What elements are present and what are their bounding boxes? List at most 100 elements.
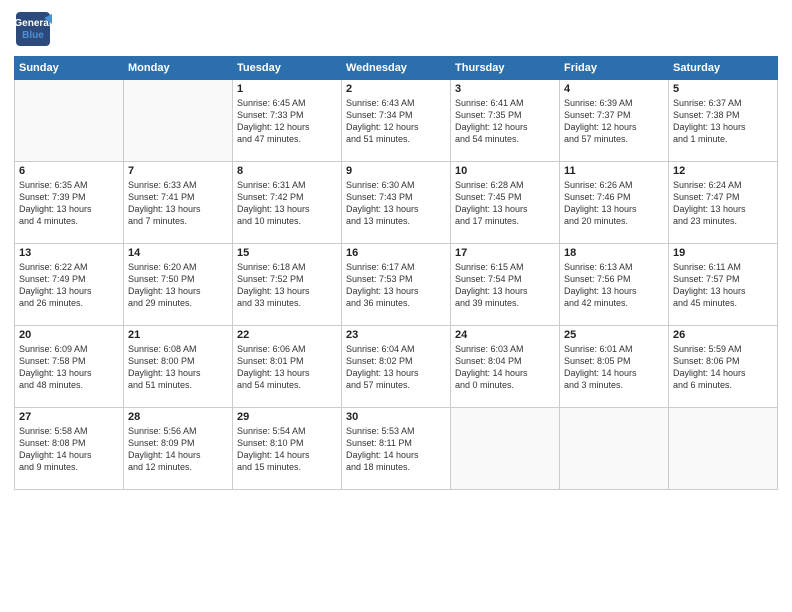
calendar-week-row: 6 Sunrise: 6:35 AM Sunset: 7:39 PM Daylig… xyxy=(15,162,778,244)
day-info: Sunrise: 6:09 AM Sunset: 7:58 PM Dayligh… xyxy=(19,343,119,392)
day-info: Sunrise: 6:33 AM Sunset: 7:41 PM Dayligh… xyxy=(128,179,228,228)
calendar-cell: 29Sunrise: 5:54 AM Sunset: 8:10 PM Dayli… xyxy=(233,408,342,490)
calendar-cell: 11Sunrise: 6:26 AM Sunset: 7:46 PM Dayli… xyxy=(560,162,669,244)
day-number: 26 xyxy=(673,329,773,341)
day-number: 12 xyxy=(673,165,773,177)
calendar-cell: 23Sunrise: 6:04 AM Sunset: 8:02 PM Dayli… xyxy=(342,326,451,408)
day-number: 24 xyxy=(455,329,555,341)
day-info: Sunrise: 5:59 AM Sunset: 8:06 PM Dayligh… xyxy=(673,343,773,392)
svg-text:Blue: Blue xyxy=(22,30,44,41)
calendar-cell: 13 Sunrise: 6:22 AM Sunset: 7:49 PM Dayli… xyxy=(15,244,124,326)
day-info: Sunrise: 6:20 AM Sunset: 7:50 PM Dayligh… xyxy=(128,261,228,310)
day-info: Sunrise: 6:03 AM Sunset: 8:04 PM Dayligh… xyxy=(455,343,555,392)
calendar-week-row: 27 Sunrise: 5:58 AM Sunset: 8:08 PM Dayli… xyxy=(15,408,778,490)
day-number: 29 xyxy=(237,411,337,423)
day-number: 19 xyxy=(673,247,773,259)
day-info: Sunrise: 6:37 AM Sunset: 7:38 PM Dayligh… xyxy=(673,97,773,146)
day-info: Sunrise: 6:35 AM Sunset: 7:39 PM Dayligh… xyxy=(19,179,119,228)
calendar-cell: 18Sunrise: 6:13 AM Sunset: 7:56 PM Dayli… xyxy=(560,244,669,326)
calendar-cell: 6 Sunrise: 6:35 AM Sunset: 7:39 PM Daylig… xyxy=(15,162,124,244)
day-info: Sunrise: 5:53 AM Sunset: 8:11 PM Dayligh… xyxy=(346,425,446,474)
day-number: 28 xyxy=(128,411,228,423)
day-number: 8 xyxy=(237,165,337,177)
calendar-cell xyxy=(451,408,560,490)
day-info: Sunrise: 6:01 AM Sunset: 8:05 PM Dayligh… xyxy=(564,343,664,392)
day-number: 16 xyxy=(346,247,446,259)
day-number: 9 xyxy=(346,165,446,177)
calendar-cell: 17Sunrise: 6:15 AM Sunset: 7:54 PM Dayli… xyxy=(451,244,560,326)
calendar-cell: 5 Sunrise: 6:37 AM Sunset: 7:38 PM Daylig… xyxy=(669,80,778,162)
day-info: Sunrise: 6:43 AM Sunset: 7:34 PM Dayligh… xyxy=(346,97,446,146)
day-number: 6 xyxy=(19,165,119,177)
day-number: 5 xyxy=(673,83,773,95)
day-number: 30 xyxy=(346,411,446,423)
calendar-cell: 20Sunrise: 6:09 AM Sunset: 7:58 PM Dayli… xyxy=(15,326,124,408)
page-header: General Blue xyxy=(14,10,778,48)
day-number: 2 xyxy=(346,83,446,95)
day-number: 15 xyxy=(237,247,337,259)
logo: General Blue xyxy=(14,10,54,48)
logo-icon: General Blue xyxy=(14,10,52,48)
day-number: 10 xyxy=(455,165,555,177)
day-info: Sunrise: 6:30 AM Sunset: 7:43 PM Dayligh… xyxy=(346,179,446,228)
day-info: Sunrise: 5:58 AM Sunset: 8:08 PM Dayligh… xyxy=(19,425,119,474)
day-info: Sunrise: 6:18 AM Sunset: 7:52 PM Dayligh… xyxy=(237,261,337,310)
calendar-cell: 22 Sunrise: 6:06 AM Sunset: 8:01 PM Dayli… xyxy=(233,326,342,408)
calendar-cell: 9 Sunrise: 6:30 AM Sunset: 7:43 PM Daylig… xyxy=(342,162,451,244)
calendar-cell: 28 Sunrise: 5:56 AM Sunset: 8:09 PM Dayli… xyxy=(124,408,233,490)
calendar-cell xyxy=(669,408,778,490)
day-info: Sunrise: 6:11 AM Sunset: 7:57 PM Dayligh… xyxy=(673,261,773,310)
calendar-cell: 2 Sunrise: 6:43 AM Sunset: 7:34 PM Daylig… xyxy=(342,80,451,162)
calendar-cell: 14 Sunrise: 6:20 AM Sunset: 7:50 PM Dayli… xyxy=(124,244,233,326)
weekday-header: Sunday xyxy=(15,57,124,80)
calendar-cell xyxy=(15,80,124,162)
day-number: 14 xyxy=(128,247,228,259)
day-info: Sunrise: 6:28 AM Sunset: 7:45 PM Dayligh… xyxy=(455,179,555,228)
day-info: Sunrise: 6:06 AM Sunset: 8:01 PM Dayligh… xyxy=(237,343,337,392)
calendar-cell: 19 Sunrise: 6:11 AM Sunset: 7:57 PM Dayli… xyxy=(669,244,778,326)
calendar-cell: 12Sunrise: 6:24 AM Sunset: 7:47 PM Dayli… xyxy=(669,162,778,244)
calendar-cell: 3Sunrise: 6:41 AM Sunset: 7:35 PM Daylig… xyxy=(451,80,560,162)
calendar-cell: 26 Sunrise: 5:59 AM Sunset: 8:06 PM Dayli… xyxy=(669,326,778,408)
calendar-cell xyxy=(560,408,669,490)
day-number: 1 xyxy=(237,83,337,95)
calendar-week-row: 1Sunrise: 6:45 AM Sunset: 7:33 PM Daylig… xyxy=(15,80,778,162)
calendar-cell: 27 Sunrise: 5:58 AM Sunset: 8:08 PM Dayli… xyxy=(15,408,124,490)
calendar-cell: 25 Sunrise: 6:01 AM Sunset: 8:05 PM Dayli… xyxy=(560,326,669,408)
calendar-page: General Blue SundayMondayTuesdayWednesda… xyxy=(0,0,792,612)
day-number: 18 xyxy=(564,247,664,259)
day-number: 11 xyxy=(564,165,664,177)
day-info: Sunrise: 6:04 AM Sunset: 8:02 PM Dayligh… xyxy=(346,343,446,392)
day-info: Sunrise: 6:08 AM Sunset: 8:00 PM Dayligh… xyxy=(128,343,228,392)
calendar-week-row: 20Sunrise: 6:09 AM Sunset: 7:58 PM Dayli… xyxy=(15,326,778,408)
calendar-cell: 30 Sunrise: 5:53 AM Sunset: 8:11 PM Dayli… xyxy=(342,408,451,490)
day-number: 27 xyxy=(19,411,119,423)
calendar-cell: 4Sunrise: 6:39 AM Sunset: 7:37 PM Daylig… xyxy=(560,80,669,162)
calendar-cell: 7 Sunrise: 6:33 AM Sunset: 7:41 PM Daylig… xyxy=(124,162,233,244)
day-number: 25 xyxy=(564,329,664,341)
calendar-cell: 16 Sunrise: 6:17 AM Sunset: 7:53 PM Dayli… xyxy=(342,244,451,326)
weekday-header: Monday xyxy=(124,57,233,80)
day-info: Sunrise: 5:56 AM Sunset: 8:09 PM Dayligh… xyxy=(128,425,228,474)
day-number: 17 xyxy=(455,247,555,259)
day-number: 7 xyxy=(128,165,228,177)
day-number: 22 xyxy=(237,329,337,341)
day-number: 21 xyxy=(128,329,228,341)
weekday-header: Saturday xyxy=(669,57,778,80)
day-info: Sunrise: 6:17 AM Sunset: 7:53 PM Dayligh… xyxy=(346,261,446,310)
day-info: Sunrise: 6:22 AM Sunset: 7:49 PM Dayligh… xyxy=(19,261,119,310)
calendar-week-row: 13 Sunrise: 6:22 AM Sunset: 7:49 PM Dayli… xyxy=(15,244,778,326)
calendar-cell: 8 Sunrise: 6:31 AM Sunset: 7:42 PM Daylig… xyxy=(233,162,342,244)
calendar-header-row: SundayMondayTuesdayWednesdayThursdayFrid… xyxy=(15,57,778,80)
weekday-header: Wednesday xyxy=(342,57,451,80)
calendar-cell: 21 Sunrise: 6:08 AM Sunset: 8:00 PM Dayli… xyxy=(124,326,233,408)
calendar-table: SundayMondayTuesdayWednesdayThursdayFrid… xyxy=(14,56,778,490)
day-number: 3 xyxy=(455,83,555,95)
day-info: Sunrise: 6:31 AM Sunset: 7:42 PM Dayligh… xyxy=(237,179,337,228)
weekday-header: Friday xyxy=(560,57,669,80)
calendar-cell: 24 Sunrise: 6:03 AM Sunset: 8:04 PM Dayli… xyxy=(451,326,560,408)
calendar-cell xyxy=(124,80,233,162)
weekday-header: Thursday xyxy=(451,57,560,80)
day-number: 13 xyxy=(19,247,119,259)
day-info: Sunrise: 6:39 AM Sunset: 7:37 PM Dayligh… xyxy=(564,97,664,146)
